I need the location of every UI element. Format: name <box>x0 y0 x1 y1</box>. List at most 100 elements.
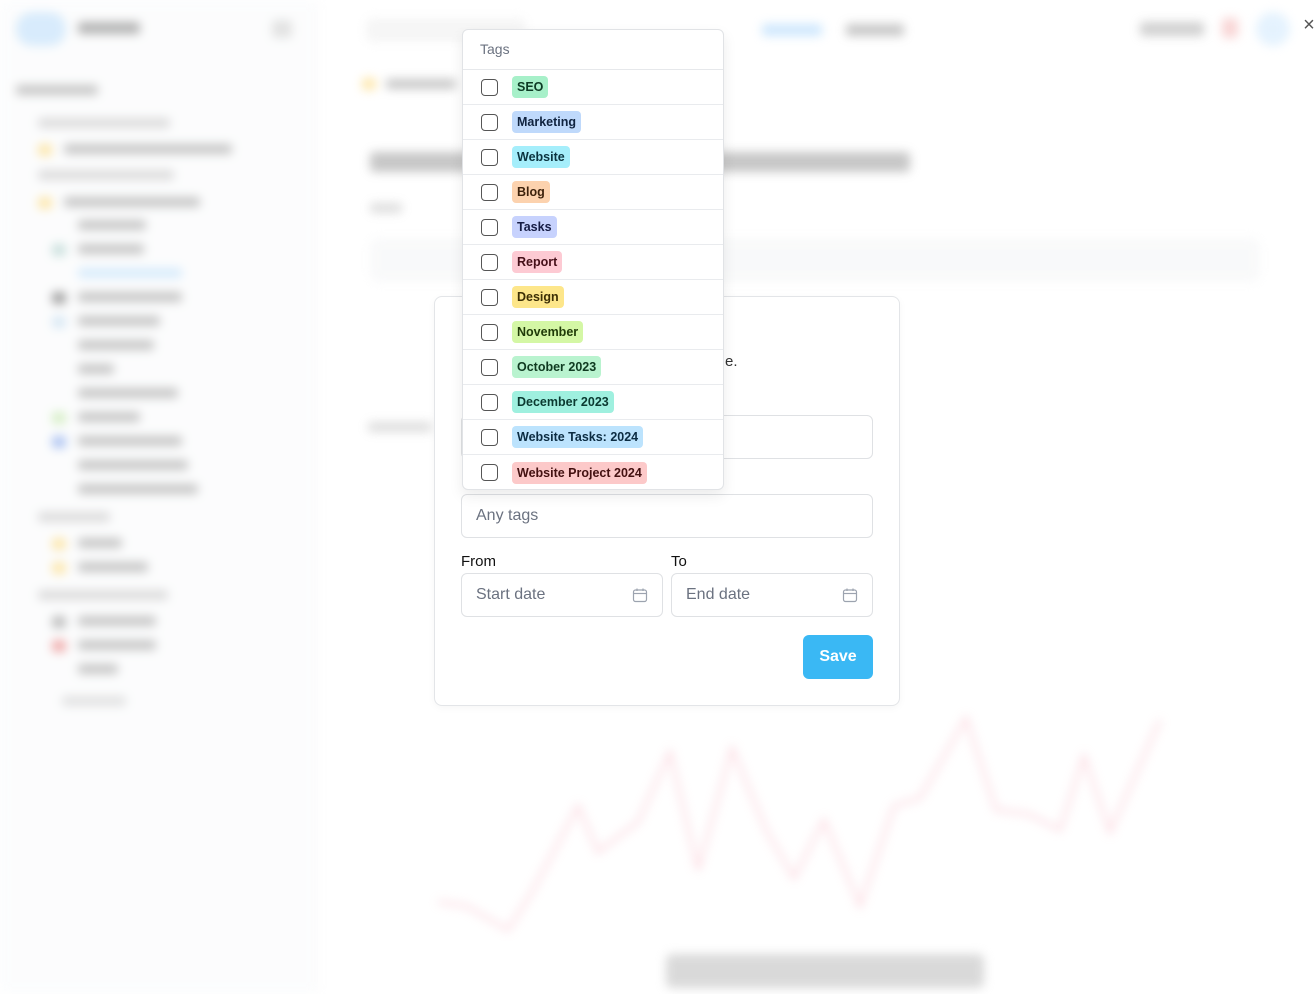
tag-label: Report <box>512 251 563 273</box>
tag-label: SEO <box>512 76 549 98</box>
tab[interactable] <box>846 24 904 36</box>
tag-checkbox[interactable] <box>481 323 498 341</box>
sidebar-item[interactable] <box>78 616 156 626</box>
tags-dropdown: Tags SEO Marketing Website Blog Tasks Report D… <box>462 29 724 490</box>
start-date-placeholder: Start date <box>476 586 546 603</box>
tag-option[interactable]: Website Project 2024 <box>463 455 723 489</box>
save-button[interactable]: Save <box>803 635 873 679</box>
page-icon <box>52 436 66 448</box>
notification-icon[interactable] <box>1222 18 1238 38</box>
tag-label: Website Tasks: 2024 <box>512 426 644 448</box>
sidebar-item[interactable] <box>78 538 122 548</box>
page-icon <box>52 316 66 328</box>
sidebar-item[interactable] <box>38 118 170 128</box>
tag-option[interactable]: Marketing <box>463 105 723 140</box>
page-icon <box>52 412 66 424</box>
folder-icon <box>52 538 66 550</box>
from-label: From <box>461 553 496 570</box>
tag-checkbox[interactable] <box>481 253 498 271</box>
tag-checkbox[interactable] <box>481 464 498 481</box>
tag-checkbox[interactable] <box>481 393 498 411</box>
folder-icon <box>362 78 376 90</box>
sidebar-item[interactable] <box>78 664 118 674</box>
tag-checkbox[interactable] <box>481 78 498 96</box>
tags-select[interactable]: Any tags <box>461 494 873 538</box>
sidebar-item[interactable] <box>78 340 154 350</box>
app-logo <box>16 12 66 46</box>
sidebar-collapse-button[interactable] <box>272 20 292 38</box>
sidebar-item[interactable] <box>78 484 198 494</box>
tag-option[interactable]: November <box>463 315 723 350</box>
tag-label: Website Project 2024 <box>512 461 647 484</box>
sidebar-item[interactable] <box>78 220 146 230</box>
tag-checkbox[interactable] <box>481 358 498 376</box>
tag-label: November <box>512 321 584 343</box>
tag-option[interactable]: Tasks <box>463 210 723 245</box>
tag-checkbox[interactable] <box>481 113 498 131</box>
tag-label: December 2023 <box>512 391 614 413</box>
sidebar-item[interactable] <box>78 460 188 470</box>
sidebar-item[interactable] <box>78 364 114 374</box>
page-icon <box>52 640 66 652</box>
sidebar-section-heading <box>38 512 110 522</box>
sidebar-item[interactable] <box>78 244 144 254</box>
tag-option[interactable]: Report <box>463 245 723 280</box>
tag-option[interactable]: Website Tasks: 2024 <box>463 420 723 455</box>
tag-checkbox[interactable] <box>481 183 498 201</box>
sidebar-item[interactable] <box>78 562 148 572</box>
tags-list: SEO Marketing Website Blog Tasks Report Design… <box>463 70 723 489</box>
sidebar-section-heading <box>38 590 168 600</box>
tag-option[interactable]: Blog <box>463 175 723 210</box>
tag-label: Design <box>512 286 564 308</box>
add-page-button[interactable] <box>62 696 126 706</box>
sidebar-item[interactable] <box>78 388 178 398</box>
sidebar-item[interactable] <box>78 436 182 446</box>
page-breadcrumb[interactable] <box>386 79 456 89</box>
sidebar-item[interactable] <box>64 197 200 207</box>
sidebar-item[interactable] <box>78 412 140 422</box>
tag-label: Website <box>512 146 570 168</box>
sidebar-item[interactable] <box>64 144 232 154</box>
tag-option[interactable]: SEO <box>463 70 723 105</box>
tag-label: Tasks <box>512 216 557 238</box>
sidebar-item-active[interactable] <box>78 268 182 278</box>
folder-icon <box>38 197 52 209</box>
tag-checkbox[interactable] <box>481 148 498 166</box>
page-icon <box>52 616 66 628</box>
chart-series-line <box>437 714 1162 933</box>
tags-dropdown-header: Tags <box>463 30 723 70</box>
tag-label: October 2023 <box>512 356 602 378</box>
chart-range-scrollbar[interactable] <box>666 954 984 988</box>
sidebar <box>0 0 318 994</box>
modal-description: e. <box>725 353 738 370</box>
tag-checkbox[interactable] <box>481 218 498 236</box>
page-subtitle <box>370 203 402 213</box>
sidebar-item[interactable] <box>38 170 174 180</box>
tag-option[interactable]: December 2023 <box>463 385 723 420</box>
tag-label: Marketing <box>512 111 582 133</box>
share-button[interactable] <box>1140 22 1204 36</box>
end-date-placeholder: End date <box>686 586 751 603</box>
end-date-input[interactable]: End date <box>671 573 873 617</box>
tag-option[interactable]: October 2023 <box>463 350 723 385</box>
calendar-icon <box>632 588 648 603</box>
sidebar-item[interactable] <box>78 316 160 326</box>
tag-checkbox[interactable] <box>481 288 498 306</box>
calendar-icon <box>842 588 858 603</box>
app-brand <box>78 22 140 34</box>
sidebar-section-heading <box>16 85 98 95</box>
tab-active[interactable] <box>762 24 822 36</box>
page-icon <box>52 292 66 304</box>
section-label <box>368 422 432 432</box>
page-icon <box>52 244 66 256</box>
start-date-input[interactable]: Start date <box>461 573 663 617</box>
sidebar-item[interactable] <box>78 292 182 302</box>
tag-checkbox[interactable] <box>481 428 498 446</box>
close-icon[interactable]: × <box>1299 14 1316 36</box>
sidebar-item[interactable] <box>78 640 156 650</box>
tag-option[interactable]: Website <box>463 140 723 175</box>
tags-placeholder: Any tags <box>476 507 539 524</box>
to-label: To <box>671 553 687 570</box>
avatar[interactable] <box>1256 12 1290 46</box>
tag-option[interactable]: Design <box>463 280 723 315</box>
